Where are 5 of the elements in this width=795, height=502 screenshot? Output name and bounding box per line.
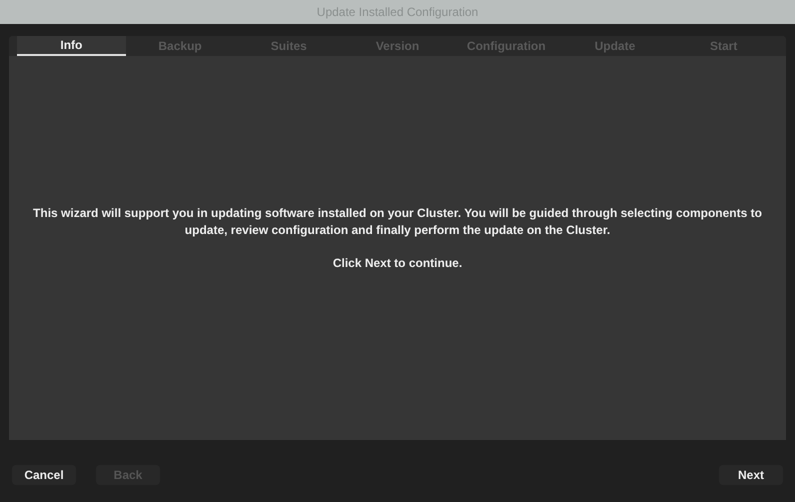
- wizard-button[interactable]: Cancel: [12, 465, 76, 485]
- info-text: This wizard will support you in updating software installed on your Cluster. You will be guided through selecting components to update, review configuration and finally perform the update on the Cluster.: [32, 204, 763, 238]
- info-text: Click Next to continue.: [332, 254, 462, 272]
- wizard-tab[interactable]: Info: [17, 36, 126, 56]
- wizard-button[interactable]: Next: [719, 465, 783, 485]
